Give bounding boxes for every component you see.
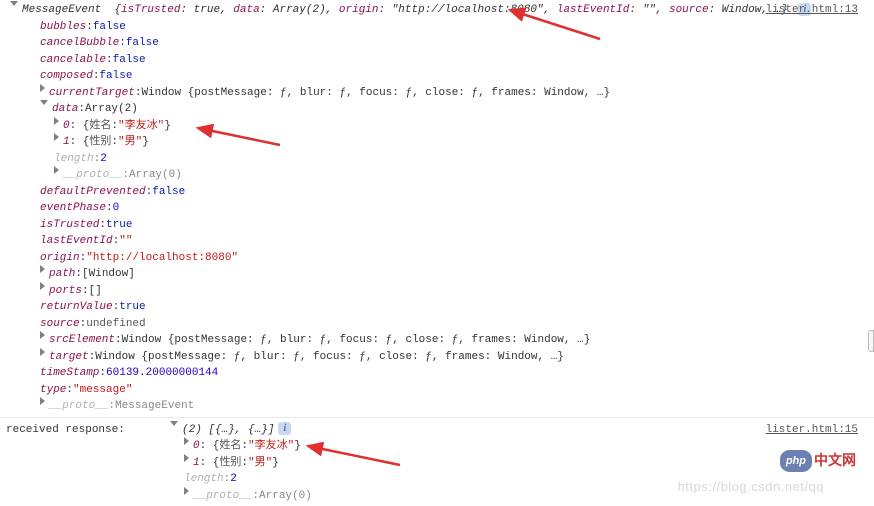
response-label: received response: bbox=[6, 422, 170, 439]
data-length: length: 2 bbox=[6, 151, 868, 168]
response-item-1[interactable]: 1: {性别: "男"} bbox=[170, 455, 868, 472]
chevron-right-icon[interactable] bbox=[54, 117, 59, 125]
chevron-down-icon[interactable] bbox=[170, 421, 178, 426]
chevron-right-icon[interactable] bbox=[54, 166, 59, 174]
prop-default-prevented[interactable]: defaultPrevented: false bbox=[6, 184, 868, 201]
response-preview[interactable]: (2) [{…}, {…}] i bbox=[170, 422, 868, 439]
prop-type[interactable]: type: "message" bbox=[6, 382, 868, 399]
prop-path[interactable]: path: [Window] bbox=[6, 266, 868, 283]
chevron-right-icon[interactable] bbox=[40, 397, 45, 405]
data-proto[interactable]: __proto__: Array(0) bbox=[6, 167, 868, 184]
prop-event-phase[interactable]: eventPhase: 0 bbox=[6, 200, 868, 217]
prop-timestamp[interactable]: timeStamp: 60139.20000000144 bbox=[6, 365, 868, 382]
chevron-right-icon[interactable] bbox=[40, 282, 45, 290]
console-message-1: lister.html:13 MessageEvent {isTrusted: … bbox=[0, 0, 874, 418]
chevron-right-icon[interactable] bbox=[54, 133, 59, 141]
prop-source[interactable]: source: undefined bbox=[6, 316, 868, 333]
prop-is-trusted[interactable]: isTrusted: true bbox=[6, 217, 868, 234]
source-link-1[interactable]: lister.html:13 bbox=[766, 2, 858, 19]
site-badge-text: 中文网 bbox=[814, 450, 856, 471]
watermark: https://blog.csdn.net/qq bbox=[678, 477, 824, 497]
prop-ports[interactable]: ports: [] bbox=[6, 283, 868, 300]
prop-cancel-bubble[interactable]: cancelBubble: false bbox=[6, 35, 868, 52]
prop-data[interactable]: data: Array(2) bbox=[6, 101, 868, 118]
header-row[interactable]: MessageEvent {isTrusted: true, data: Arr… bbox=[6, 2, 868, 19]
chevron-right-icon[interactable] bbox=[40, 331, 45, 339]
prop-proto[interactable]: __proto__: MessageEvent bbox=[6, 398, 868, 415]
response-item-0[interactable]: 0: {姓名: "李友冰"} bbox=[170, 438, 868, 455]
prop-bubbles[interactable]: bubbles: false bbox=[6, 19, 868, 36]
prop-origin[interactable]: origin: "http://localhost:8080" bbox=[6, 250, 868, 267]
prop-src-element[interactable]: srcElement: Window {postMessage: ƒ, blur… bbox=[6, 332, 868, 349]
chevron-down-icon[interactable] bbox=[40, 100, 48, 105]
prop-current-target[interactable]: currentTarget: Window {postMessage: ƒ, b… bbox=[6, 85, 868, 102]
prop-target[interactable]: target: Window {postMessage: ƒ, blur: ƒ,… bbox=[6, 349, 868, 366]
data-item-0[interactable]: 0: {姓名: "李友冰"} bbox=[6, 118, 868, 135]
expand-toggle-icon[interactable] bbox=[10, 1, 18, 6]
chevron-right-icon[interactable] bbox=[184, 487, 189, 495]
info-icon[interactable]: i bbox=[278, 422, 291, 435]
chevron-right-icon[interactable] bbox=[184, 437, 189, 445]
prop-return-value[interactable]: returnValue: true bbox=[6, 299, 868, 316]
prop-cancelable[interactable]: cancelable: false bbox=[6, 52, 868, 69]
site-badge: php 中文网 bbox=[780, 450, 856, 473]
scrollbar-thumb[interactable] bbox=[868, 330, 874, 352]
event-class: MessageEvent bbox=[22, 4, 101, 16]
php-logo-icon: php bbox=[780, 450, 812, 473]
source-link-2[interactable]: lister.html:15 bbox=[766, 422, 858, 439]
data-item-1[interactable]: 1: {性别: "男"} bbox=[6, 134, 868, 151]
chevron-right-icon[interactable] bbox=[40, 265, 45, 273]
chevron-right-icon[interactable] bbox=[40, 348, 45, 356]
prop-last-event-id[interactable]: lastEventId: "" bbox=[6, 233, 868, 250]
open-brace: { bbox=[108, 4, 121, 16]
chevron-right-icon[interactable] bbox=[40, 84, 45, 92]
chevron-right-icon[interactable] bbox=[184, 454, 189, 462]
prop-composed[interactable]: composed: false bbox=[6, 68, 868, 85]
